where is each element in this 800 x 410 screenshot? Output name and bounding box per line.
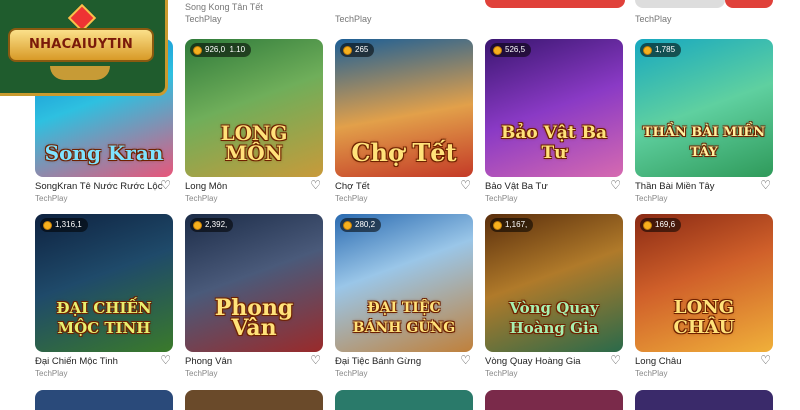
coin-icon — [193, 220, 202, 230]
prev-game-provider-4: TechPlay — [635, 14, 672, 24]
game-art-title: Song Kran — [44, 141, 164, 165]
game-thumbnail[interactable]: 526,5 Bảo Vật Ba Tư — [485, 39, 623, 177]
player-count-badge: 926,0 1.10 — [190, 43, 252, 57]
coin-icon — [643, 45, 652, 55]
player-count-badge: 1,785 — [640, 43, 682, 57]
game-provider: TechPlay — [35, 194, 68, 203]
game-art-title: Vòng Quay Hoàng Gia — [509, 299, 599, 337]
player-count-badge: 526,5 — [490, 43, 532, 57]
game-thumbnail[interactable]: 1,316,1 ĐẠI CHIẾN MỘC TINH — [35, 214, 173, 352]
heart-icon[interactable]: ♡ — [610, 179, 621, 191]
game-name[interactable]: SongKran Tê Nước Rước Lộc — [35, 181, 162, 192]
game-provider: TechPlay — [185, 194, 218, 203]
heart-icon[interactable]: ♡ — [460, 179, 471, 191]
game-provider: TechPlay — [335, 194, 368, 203]
next-row-thumbnail[interactable] — [35, 390, 173, 410]
heart-icon[interactable]: ♡ — [310, 179, 321, 191]
coin-icon — [343, 45, 352, 55]
game-art-title: Phong Vân — [214, 295, 294, 341]
game-provider: TechPlay — [35, 369, 68, 378]
game-art-title: Chợ Tết — [351, 138, 457, 167]
heart-icon[interactable]: ♡ — [460, 354, 471, 366]
game-name[interactable]: Long Môn — [185, 181, 227, 192]
game-art-title: LONG CHÂU — [673, 297, 735, 338]
prev-red-bar — [485, 0, 625, 8]
prev-game-provider-1: TechPlay — [185, 14, 222, 24]
coin-icon — [343, 220, 352, 230]
game-thumbnail[interactable]: 1,785 THẦN BÀI MIỀN TÂY — [635, 39, 773, 177]
game-name[interactable]: Vòng Quay Hoàng Gia — [485, 356, 581, 367]
game-name[interactable]: Đại Chiến Mộc Tinh — [35, 356, 118, 367]
logo-text: NHACAIUYTIN — [28, 37, 134, 52]
heart-icon[interactable]: ♡ — [760, 179, 771, 191]
prev-game-name-1: Song Kong Tân Tết — [185, 2, 263, 12]
game-provider: TechPlay — [335, 369, 368, 378]
logo-plate: NHACAIUYTIN — [8, 28, 154, 62]
prev-game-provider-2: TechPlay — [335, 14, 372, 24]
game-thumbnail[interactable]: 280,2 ĐẠI TIỆC BÁNH GỪNG — [335, 214, 473, 352]
player-count-badge: 169,6 — [640, 218, 682, 232]
game-art-title: ĐẠI CHIẾN MỘC TINH — [56, 299, 152, 337]
game-provider: TechPlay — [485, 194, 518, 203]
player-count-badge: 1,167, — [490, 218, 534, 232]
prev-red-button[interactable] — [725, 0, 773, 8]
game-provider: TechPlay — [185, 369, 218, 378]
coin-icon — [43, 220, 52, 230]
game-name[interactable]: Chợ Tết — [335, 181, 370, 192]
game-thumbnail[interactable]: 265 Chợ Tết — [335, 39, 473, 177]
game-thumbnail[interactable]: 2,392, Phong Vân — [185, 214, 323, 352]
heart-icon[interactable]: ♡ — [610, 354, 621, 366]
next-row-thumbnail[interactable] — [485, 390, 623, 410]
game-provider: TechPlay — [635, 369, 668, 378]
game-name[interactable]: Long Châu — [635, 356, 681, 367]
heart-icon[interactable]: ♡ — [160, 179, 171, 191]
game-provider: TechPlay — [635, 194, 668, 203]
game-provider: TechPlay — [485, 369, 518, 378]
game-name[interactable]: Đại Tiệc Bánh Gừng — [335, 356, 421, 367]
player-count-badge: 265 — [340, 43, 375, 57]
heart-icon[interactable]: ♡ — [760, 354, 771, 366]
game-name[interactable]: Bảo Vật Ba Tư — [485, 181, 548, 192]
game-art-title: THẦN BÀI MIỀN TÂY — [642, 125, 766, 160]
game-name[interactable]: Phong Vân — [185, 356, 232, 367]
logo-ornament — [50, 66, 110, 80]
next-row-thumbnail[interactable] — [635, 390, 773, 410]
player-count-badge: 1,316,1 — [40, 218, 88, 232]
game-thumbnail[interactable]: 1,167, Vòng Quay Hoàng Gia — [485, 214, 623, 352]
game-name[interactable]: Thần Bài Miền Tây — [635, 181, 715, 192]
game-thumbnail[interactable]: 926,0 1.10 LONG MÔN — [185, 39, 323, 177]
heart-icon[interactable]: ♡ — [160, 354, 171, 366]
site-logo[interactable]: NHACAIUYTIN — [0, 0, 168, 96]
coin-icon — [493, 220, 502, 230]
coin-icon — [193, 45, 202, 55]
coin-icon — [643, 220, 652, 230]
player-count-badge: 280,2 — [340, 218, 382, 232]
next-row-thumbnail[interactable] — [185, 390, 323, 410]
heart-icon[interactable]: ♡ — [310, 354, 321, 366]
coin-icon — [493, 45, 502, 55]
next-row-thumbnail[interactable] — [335, 390, 473, 410]
game-art-title: Bảo Vật Ba Tư — [500, 123, 607, 163]
game-art-title: LONG MÔN — [220, 121, 288, 165]
game-thumbnail[interactable]: 169,6 LONG CHÂU — [635, 214, 773, 352]
game-art-title: ĐẠI TIỆC BÁNH GỪNG — [352, 300, 456, 336]
prev-gray-bar — [635, 0, 725, 8]
player-count-badge: 2,392, — [190, 218, 234, 232]
